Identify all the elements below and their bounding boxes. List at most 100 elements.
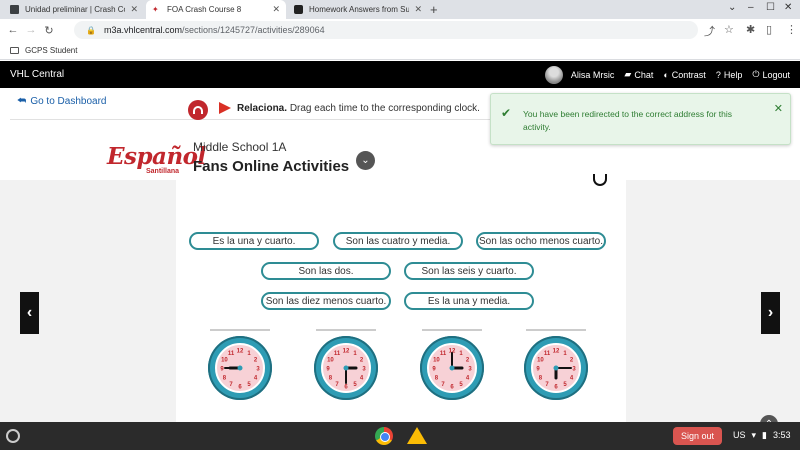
vhl-icon: ✦	[152, 5, 159, 14]
new-tab-button[interactable]: +	[430, 2, 438, 17]
clock-numeral: 11	[228, 351, 235, 357]
drop-zone[interactable]	[422, 329, 482, 331]
browser-toolbar: ← → ↻ 🔒 m3a.vhlcentral.com/sections/1245…	[0, 19, 800, 41]
instruction-bold: Relaciona.	[237, 103, 288, 114]
contrast-label: Contrast	[671, 69, 706, 80]
avatar	[544, 65, 563, 84]
tab-homework[interactable]: Homework Answers from Subject ✕	[288, 0, 428, 19]
drop-zone[interactable]	[210, 329, 270, 331]
minimize-icon[interactable]: –	[748, 2, 754, 13]
forward-arrow-icon[interactable]: →	[22, 24, 40, 36]
checkmark-icon: ✔	[501, 106, 512, 120]
chat-link[interactable]: ▰ Chat	[624, 69, 653, 80]
clock-numeral: 10	[537, 358, 544, 364]
clock-pin	[237, 365, 243, 371]
drop-zone[interactable]	[526, 329, 586, 331]
option-chip[interactable]: Son las diez menos cuarto.	[261, 292, 391, 310]
bookmarks-bar: GCPS Student	[0, 41, 800, 60]
clock-numeral: 12	[237, 349, 244, 355]
reload-icon[interactable]: ↻	[40, 24, 58, 37]
clock-face: 1234567891011 12	[427, 343, 477, 393]
help-link[interactable]: ? Help	[716, 70, 743, 80]
redirect-notification: ✔ You have been redirected to the correc…	[490, 93, 791, 145]
vhl-header: VHL Central Alisa Mrsic ▰ Chat ◐ Contras…	[0, 61, 800, 88]
previous-arrow-button[interactable]: ‹	[20, 292, 39, 334]
url-path: /sections/1245727/activities/289064	[182, 25, 325, 35]
clock-face: 1234567891011 12	[321, 343, 371, 393]
star-icon[interactable]: ☆	[724, 23, 734, 36]
lock-icon: 🔒	[86, 25, 96, 35]
clock-numeral: 10	[433, 358, 440, 364]
clock-numeral: 11	[544, 351, 551, 357]
back-link-label: Go to Dashboard	[30, 96, 107, 107]
option-chip[interactable]: Son las cuatro y media.	[333, 232, 463, 250]
vhl-logo[interactable]: VHL Central	[10, 69, 64, 80]
close-icon[interactable]: ✕	[130, 4, 138, 15]
close-icon[interactable]: ✕	[272, 4, 280, 15]
launcher-icon[interactable]	[6, 429, 20, 443]
clock-1: 1 2 3 4 5 6 7 8 9 10 11 12	[208, 336, 272, 400]
santillana-logo: Santillana	[146, 168, 180, 175]
system-tray[interactable]: US ▾ ▮ 3:53	[733, 430, 791, 441]
next-arrow-button[interactable]: ›	[761, 292, 780, 334]
clock-face: 1234567891011 12	[215, 343, 265, 393]
back-to-dashboard-link[interactable]: ⮪ Go to Dashboard	[17, 96, 106, 107]
bookmark-gcps[interactable]: GCPS Student	[25, 46, 77, 55]
close-icon[interactable]: ✕	[414, 4, 422, 15]
tab-title: Homework Answers from Subject	[309, 5, 409, 14]
chevron-down-icon[interactable]: ⌄	[356, 151, 375, 170]
clock-pin	[553, 365, 559, 371]
drop-zone[interactable]	[316, 329, 376, 331]
chat-label: Chat	[634, 69, 654, 80]
logout-icon: ⏻	[752, 69, 760, 79]
clock-numeral: 11	[440, 351, 447, 357]
folder-icon	[10, 46, 19, 54]
clock-pin	[343, 365, 349, 371]
url-host: m3a.vhlcentral.com	[103, 25, 182, 35]
tab-foa[interactable]: ✦ FOA Crash Course 8 ✕	[146, 0, 286, 19]
play-icon[interactable]	[219, 102, 231, 114]
course-name: Middle School 1A	[193, 140, 287, 154]
address-bar[interactable]: 🔒 m3a.vhlcentral.com/sections/1245727/ac…	[74, 21, 698, 39]
sidepanel-icon[interactable]: ▯	[766, 23, 772, 36]
locale-label: US	[733, 430, 746, 440]
page-content: ⮪ Go to Dashboard Español Santillana Mid…	[0, 88, 800, 422]
option-chip[interactable]: Son las ocho menos cuarto.	[476, 232, 606, 250]
help-icon: ?	[715, 69, 721, 80]
menu-icon[interactable]: ⋮	[786, 23, 797, 36]
os-shelf: Sign out US ▾ ▮ 3:53	[0, 422, 800, 450]
tab-title: FOA Crash Course 8	[167, 5, 242, 14]
option-chip[interactable]: Es la una y cuarto.	[189, 232, 319, 250]
close-icon[interactable]: ✕	[774, 102, 783, 115]
divider	[10, 119, 490, 120]
clock-4: 1 2 3 4 5 6 7 8 9 10 11 12	[524, 336, 588, 400]
back-arrow-icon[interactable]: ←	[4, 24, 22, 36]
notification-message: You have been redirected to the correct …	[523, 109, 733, 132]
share-icon[interactable]: ⤴	[704, 23, 715, 39]
logout-link[interactable]: ⏻ Logout	[752, 69, 790, 80]
chrome-icon[interactable]	[375, 427, 393, 445]
tab-unidad[interactable]: Unidad preliminar | Crash Course ✕	[4, 0, 144, 19]
user-name: Alisa Mrsic	[570, 69, 615, 80]
extensions-icon[interactable]: ✱	[746, 23, 755, 36]
user-menu[interactable]: Alisa Mrsic	[544, 65, 615, 84]
page-icon	[10, 5, 19, 14]
close-icon[interactable]: ✕	[784, 2, 792, 13]
instruction-text: Drag each time to the corresponding cloc…	[289, 103, 480, 114]
headphones-icon[interactable]	[188, 100, 208, 120]
option-chip[interactable]: Son las dos.	[261, 262, 391, 280]
option-chip[interactable]: Son las seis y cuarto.	[404, 262, 534, 280]
clock-3: 1 2 3 4 5 6 7 8 9 10 11 12	[420, 336, 484, 400]
chevron-down-icon[interactable]: ⌄	[728, 2, 736, 13]
wifi-icon: ▾	[751, 430, 757, 440]
option-chip[interactable]: Es la una y media.	[404, 292, 534, 310]
clock-2: 1 2 3 4 5 6 7 8 9 10 11 12	[314, 336, 378, 400]
espanol-logo: Español	[107, 143, 206, 170]
clock-numeral: 10	[327, 358, 334, 364]
maximize-icon[interactable]: ☐	[766, 2, 775, 13]
contrast-link[interactable]: ◐ Contrast	[663, 70, 705, 80]
page-title: Fans Online Activities	[193, 158, 350, 175]
logout-label: Logout	[762, 69, 790, 80]
sign-out-button[interactable]: Sign out	[673, 427, 722, 445]
drive-icon[interactable]	[407, 427, 427, 444]
